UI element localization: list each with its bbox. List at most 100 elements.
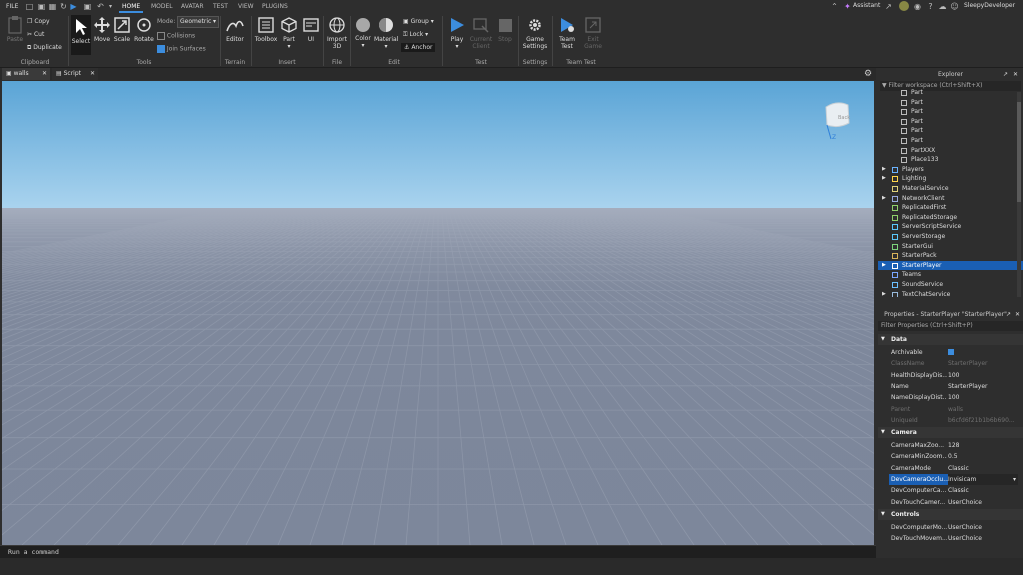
property-section-controls[interactable]: ▼ Controls <box>878 508 1023 520</box>
cut-button[interactable]: ✂ Cut <box>27 31 44 38</box>
join-surfaces-checkbox[interactable] <box>157 45 165 53</box>
property-row[interactable]: NameDisplayDist... 100 <box>878 392 1023 403</box>
explorer-item-soundservice[interactable]: SoundService <box>878 280 1023 290</box>
game-settings-button[interactable]: Game Settings <box>522 16 548 50</box>
property-value[interactable]: StarterPlayer <box>948 381 1018 392</box>
select-tool-button[interactable]: Select <box>71 15 91 55</box>
share-icon[interactable]: ↗ <box>884 2 893 11</box>
explorer-item-replicatedstorage[interactable]: ReplicatedStorage <box>878 213 1023 223</box>
property-row[interactable]: Parent walls <box>878 404 1023 415</box>
close-icon[interactable]: ✕ <box>90 68 95 80</box>
tab-plugins[interactable]: PLUGINS <box>262 3 288 10</box>
tab-avatar[interactable]: AVATAR <box>181 3 204 10</box>
avatar[interactable] <box>899 1 909 11</box>
group-button[interactable]: ▣ Group ▾ <box>403 18 434 25</box>
cloud-icon[interactable]: ☁ <box>938 2 947 11</box>
property-value[interactable]: UserChoice <box>948 533 1018 544</box>
explorer-item-part[interactable]: Part <box>878 136 1023 146</box>
property-value[interactable]: 0.5 <box>948 451 1018 462</box>
property-value[interactable]: b6cfd6f21b1b6b690... <box>948 415 1018 426</box>
tab-home[interactable]: HOME <box>122 3 140 10</box>
property-row[interactable]: DevTouchCamer... UserChoice <box>878 497 1023 508</box>
close-icon[interactable]: ✕ <box>1015 311 1020 318</box>
chevron-down-icon[interactable]: ▾ <box>1013 474 1016 485</box>
import-3d-button[interactable]: Import 3D <box>326 16 348 50</box>
terrain-editor-button[interactable]: Editor <box>224 16 246 43</box>
play-icon[interactable]: ▶ <box>69 2 78 11</box>
explorer-item-starterplayer[interactable]: ▶ StarterPlayer <box>878 260 1023 271</box>
collapse-arrow-icon[interactable]: ▼ <box>881 334 885 345</box>
quick-access-dropdown-icon[interactable]: ▾ <box>106 2 115 11</box>
tab-test[interactable]: TEST <box>213 3 228 10</box>
property-row[interactable]: DevCameraOcclu... Invisicam ▾ <box>878 474 1023 486</box>
property-value[interactable]: 128 <box>948 440 1018 451</box>
copy-button[interactable]: ❐ Copy <box>27 18 50 25</box>
join-surfaces-toggle[interactable]: Join Surfaces <box>157 45 206 53</box>
property-value[interactable]: 100 <box>948 392 1018 403</box>
explorer-scrollbar[interactable] <box>1017 92 1021 297</box>
help-icon[interactable]: ? <box>926 2 935 11</box>
property-section-camera[interactable]: ▼ Camera <box>878 427 1023 439</box>
explorer-item-part[interactable]: Part <box>878 126 1023 136</box>
property-row[interactable]: Name StarterPlayer <box>878 381 1023 392</box>
property-row[interactable]: Archivable <box>878 347 1023 358</box>
undo-icon[interactable]: ↶ <box>96 2 105 11</box>
toolbox-button[interactable]: Toolbox <box>254 16 278 43</box>
property-value[interactable]: UserChoice <box>948 497 1018 508</box>
expand-arrow-icon[interactable]: ▶ <box>882 165 886 175</box>
material-button[interactable]: Material ▾ <box>374 16 398 50</box>
explorer-item-textchatservice[interactable]: ▶ TextChatService <box>878 290 1023 297</box>
property-section-data[interactable]: ▼ Data <box>878 334 1023 345</box>
explorer-item-materialservice[interactable]: MaterialService <box>878 184 1023 194</box>
exit-game-button[interactable]: Exit Game <box>582 16 604 50</box>
explorer-item-starterpack[interactable]: StarterPack <box>878 251 1023 261</box>
assistant-icon[interactable]: ✦ <box>843 2 852 11</box>
explorer-item-place133[interactable]: Place133 <box>878 155 1023 165</box>
refresh-icon[interactable]: ↻ <box>59 2 68 11</box>
property-row[interactable]: CameraMaxZoo... 128 <box>878 440 1023 451</box>
tab-view[interactable]: VIEW <box>238 3 254 10</box>
explorer-item-part[interactable]: Part <box>878 117 1023 127</box>
explorer-item-part[interactable]: Part <box>878 107 1023 117</box>
explorer-item-part[interactable]: Part <box>878 98 1023 108</box>
property-value[interactable]: StarterPlayer <box>948 358 1018 369</box>
explorer-item-part[interactable]: Part <box>878 89 1023 98</box>
property-value[interactable]: Classic <box>948 463 1018 474</box>
property-value[interactable]: Invisicam ▾ <box>948 474 1018 486</box>
collapse-arrow-icon[interactable]: ▼ <box>881 427 885 438</box>
part-button[interactable]: Part ▾ <box>280 16 298 50</box>
explorer-item-lighting[interactable]: ▶ Lighting <box>878 174 1023 184</box>
explorer-item-networkclient[interactable]: ▶ NetworkClient <box>878 194 1023 204</box>
popout-icon[interactable]: ↗ <box>1006 311 1011 318</box>
explorer-item-partxxx[interactable]: PartXXX <box>878 146 1023 156</box>
anchor-button[interactable]: ⚓ Anchor <box>401 43 436 52</box>
property-row[interactable]: HealthDisplayDis... 100 <box>878 370 1023 381</box>
ui-button[interactable]: UI <box>302 16 320 43</box>
expand-arrow-icon[interactable]: ▶ <box>882 174 886 184</box>
stop-button[interactable]: Stop <box>495 16 515 43</box>
property-value[interactable]: walls <box>948 404 1018 415</box>
explorer-item-startergui[interactable]: StarterGui <box>878 242 1023 252</box>
property-row[interactable]: DevComputerCa... Classic <box>878 485 1023 496</box>
gear-icon[interactable]: ⚙ <box>864 69 872 79</box>
assistant-button[interactable]: Assistant <box>853 2 880 9</box>
property-row[interactable]: CameraMode Classic <box>878 463 1023 474</box>
username-label[interactable]: SleepyDeveloper <box>964 2 1015 9</box>
property-row[interactable]: DevTouchMovem... UserChoice <box>878 533 1023 544</box>
expand-arrow-icon[interactable]: ▶ <box>882 261 886 271</box>
popout-icon[interactable]: ↗ <box>1003 71 1008 78</box>
account-icon[interactable]: ☺ <box>950 2 959 11</box>
doc-tab-walls[interactable]: ▣ walls ✕ <box>2 68 50 80</box>
scrollbar-thumb[interactable] <box>1017 102 1021 202</box>
explorer-item-serverscriptservice[interactable]: ServerScriptService <box>878 222 1023 232</box>
property-value[interactable]: UserChoice <box>948 522 1018 533</box>
command-bar[interactable]: Run a command <box>0 545 876 558</box>
property-row[interactable]: UniqueId b6cfd6f21b1b6b690... <box>878 415 1023 426</box>
mode-dropdown[interactable]: Geometric ▾ <box>177 16 219 28</box>
play-button[interactable]: Play ▾ <box>447 16 467 50</box>
explorer-item-teams[interactable]: Teams <box>878 270 1023 280</box>
collapse-ribbon-icon[interactable]: ⌃ <box>830 2 839 11</box>
close-icon[interactable]: ✕ <box>42 68 47 80</box>
color-button[interactable]: Color ▾ <box>353 16 373 49</box>
team-test-button[interactable]: Team Test <box>556 16 578 50</box>
